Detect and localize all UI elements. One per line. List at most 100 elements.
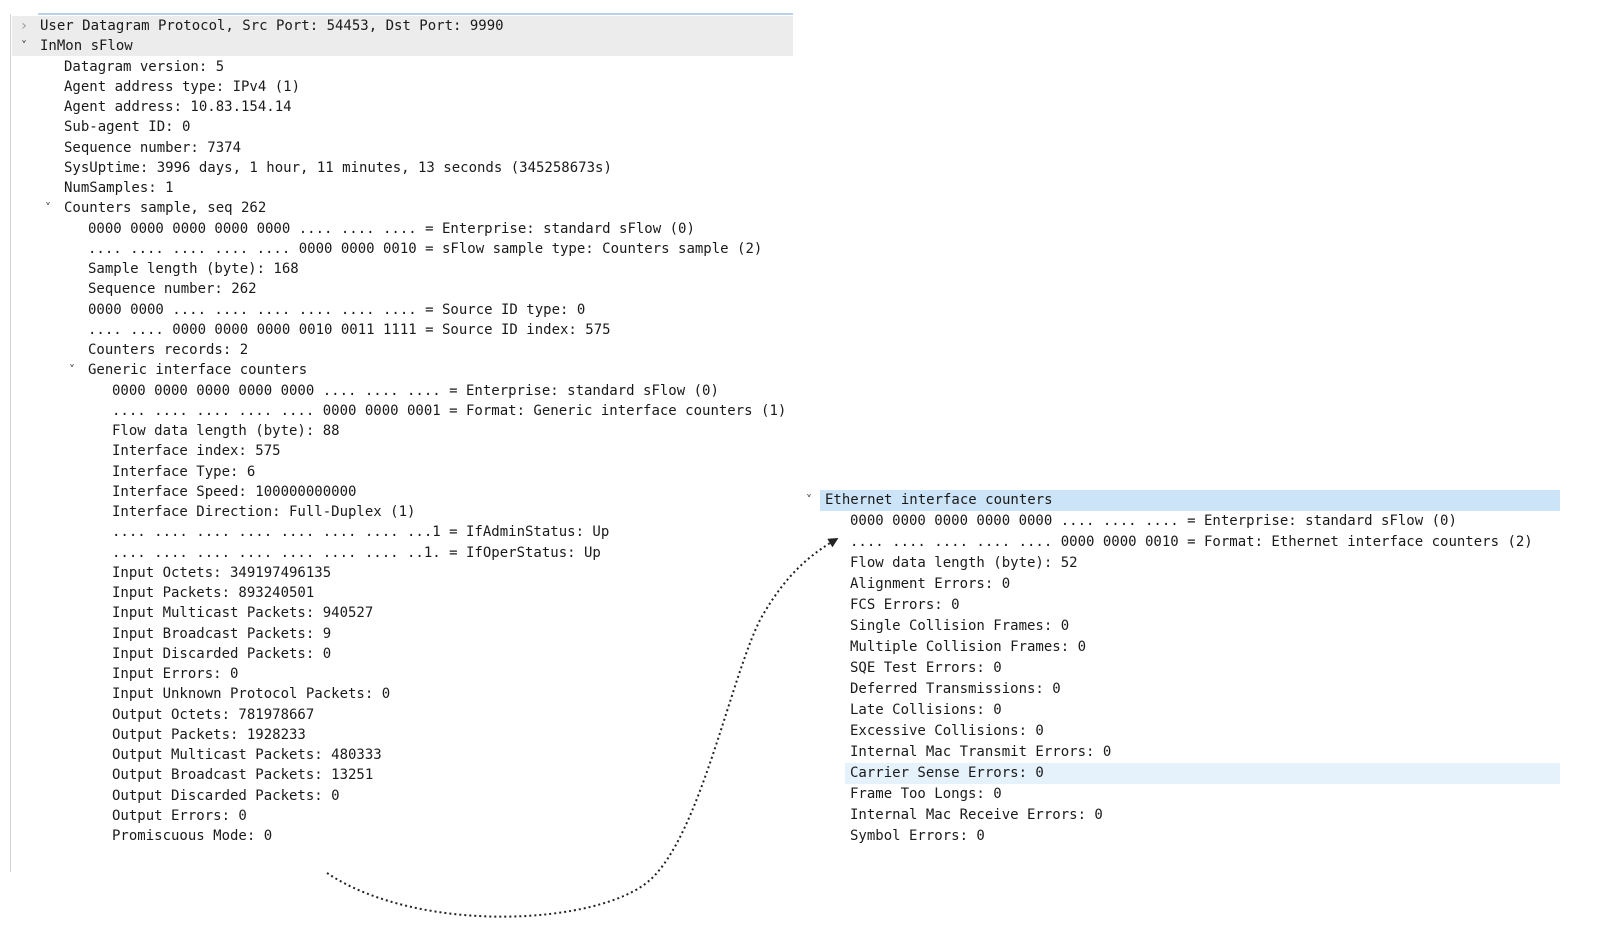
- tree-row-input-multicast-packets-940527[interactable]: Input Multicast Packets: 940527: [0, 603, 793, 623]
- chevron-down-icon[interactable]: ˅: [802, 490, 816, 510]
- tree-row-label: 0000 0000 0000 0000 0000 .... .... .... …: [88, 220, 695, 237]
- tree-row-label: 0000 0000 .... .... .... .... .... .... …: [88, 301, 586, 318]
- tree-row-label: Output Discarded Packets: 0: [112, 787, 340, 804]
- tree-row-label: Datagram version: 5: [64, 58, 225, 75]
- tree-row-1-ifoperstatus-up[interactable]: .... .... .... .... .... .... .... ..1. …: [0, 543, 793, 563]
- tree-row-label: Agent address: 10.83.154.14: [64, 99, 292, 115]
- tree-row-sample-length-byte-168[interactable]: Sample length (byte): 168: [0, 259, 793, 279]
- tree-row-internal-mac-receive-errors-0[interactable]: Internal Mac Receive Errors: 0: [845, 805, 1560, 826]
- tree-row-interface-index-575[interactable]: Interface index: 575: [0, 441, 793, 461]
- tree-row-flow-data-length-byte-88[interactable]: Flow data length (byte): 88: [0, 421, 793, 441]
- tree-row-label: Alignment Errors: 0: [850, 576, 1011, 592]
- tree-row-user-datagram-protocol-src-port-54453-dst-port-9[interactable]: › User Datagram Protocol, Src Port: 54453…: [12, 16, 793, 36]
- tree-row-0000-0000-source-id-type-0[interactable]: 0000 0000 .... .... .... .... .... .... …: [0, 300, 793, 320]
- chevron-down-icon[interactable]: ˅: [65, 360, 79, 380]
- tree-row-label: Output Errors: 0: [112, 807, 247, 824]
- tree-row-label: Excessive Collisions: 0: [850, 723, 1044, 739]
- tree-row-0000-0000-0000-0000-0000-enterprise-standard-sfl[interactable]: 0000 0000 0000 0000 0000 .... .... .... …: [0, 219, 793, 239]
- tree-row-promiscuous-mode-0[interactable]: Promiscuous Mode: 0: [0, 826, 793, 846]
- tree-row-counters-records-2[interactable]: Counters records: 2: [0, 340, 793, 360]
- tree-row-0000-0000-0010-sflow-sample-type-counters-sample[interactable]: .... .... .... .... .... 0000 0000 0010 …: [0, 239, 793, 259]
- tree-row-0000-0000-0000-0000-0000-enterprise-standard-sfl[interactable]: 0000 0000 0000 0000 0000 .... .... .... …: [0, 381, 793, 401]
- tree-row-counters-sample-seq-262[interactable]: ˅ Counters sample, seq 262: [0, 198, 793, 218]
- tree-row-internal-mac-transmit-errors-0[interactable]: Internal Mac Transmit Errors: 0: [845, 742, 1560, 763]
- tree-row-input-packets-893240501[interactable]: Input Packets: 893240501: [0, 583, 793, 603]
- tree-row-inmon-sflow[interactable]: ˅ InMon sFlow: [12, 36, 793, 57]
- tree-row-input-discarded-packets-0[interactable]: Input Discarded Packets: 0: [0, 644, 793, 664]
- tree-row-ethernet-interface-counters[interactable]: ˅ Ethernet interface counters: [806, 490, 1560, 511]
- tree-row-fcs-errors-0[interactable]: FCS Errors: 0: [845, 595, 1560, 616]
- tree-row-label: User Datagram Protocol, Src Port: 54453,…: [40, 18, 504, 34]
- tree-row-label: SQE Test Errors: 0: [850, 660, 1002, 676]
- tree-row-frame-too-longs-0[interactable]: Frame Too Longs: 0: [845, 784, 1560, 805]
- chevron-down-icon[interactable]: ˅: [17, 36, 31, 56]
- tree-row-label: Sequence number: 7374: [64, 139, 242, 156]
- tree-row-sysuptime-3996-days-1-hour-11-minutes-13-seconds[interactable]: SysUptime: 3996 days, 1 hour, 11 minutes…: [0, 158, 793, 178]
- tree-row-label: SysUptime: 3996 days, 1 hour, 11 minutes…: [64, 159, 612, 176]
- left-packet-details-pane[interactable]: › User Datagram Protocol, Src Port: 54453…: [0, 0, 800, 880]
- tree-row-label: Input Multicast Packets: 940527: [112, 605, 374, 622]
- tree-row-input-errors-0[interactable]: Input Errors: 0: [0, 664, 793, 684]
- tree-row-sub-agent-id-0[interactable]: Sub-agent ID: 0: [0, 117, 793, 137]
- tree-row-label: Promiscuous Mode: 0: [112, 828, 273, 844]
- tree-row-carrier-sense-errors-0[interactable]: Carrier Sense Errors: 0: [845, 763, 1560, 784]
- tree-row-label: Single Collision Frames: 0: [850, 618, 1070, 634]
- tree-row-output-packets-1928233[interactable]: Output Packets: 1928233: [0, 725, 793, 745]
- tree-row-label: Output Octets: 781978667: [112, 706, 315, 723]
- tree-row-0000-0000-0010-format-ethernet-interface-counter[interactable]: .... .... .... .... .... 0000 0000 0010 …: [845, 532, 1560, 553]
- tree-row-label: Multiple Collision Frames: 0: [850, 639, 1087, 655]
- tree-row-label: Output Broadcast Packets: 13251: [112, 767, 374, 784]
- right-packet-details-pane[interactable]: ˅ Ethernet interface counters 0000 0000 00…: [800, 488, 1600, 868]
- tree-row-flow-data-length-byte-52[interactable]: Flow data length (byte): 52: [845, 553, 1560, 574]
- tree-row-agent-address-10-83-154-14[interactable]: Agent address: 10.83.154.14: [0, 97, 793, 117]
- tree-row-agent-address-type-ipv4-1[interactable]: Agent address type: IPv4 (1): [0, 77, 793, 97]
- tree-row-0000-0000-0000-0010-0011-1111-source-id-index-57[interactable]: .... .... 0000 0000 0000 0010 0011 1111 …: [0, 320, 793, 340]
- tree-row-label: Internal Mac Transmit Errors: 0: [850, 744, 1112, 760]
- tree-row-symbol-errors-0[interactable]: Symbol Errors: 0: [845, 826, 1560, 847]
- tree-row-deferred-transmissions-0[interactable]: Deferred Transmissions: 0: [845, 679, 1560, 700]
- tree-row-label: .... .... .... .... .... .... .... ...1 …: [112, 524, 610, 541]
- tree-row-datagram-version-5[interactable]: Datagram version: 5: [0, 57, 793, 77]
- tree-row-label: 0000 0000 0000 0000 0000 .... .... .... …: [112, 382, 719, 399]
- tree-row-output-discarded-packets-0[interactable]: Output Discarded Packets: 0: [0, 786, 793, 806]
- tree-row-interface-direction-full-duplex-1[interactable]: Interface Direction: Full-Duplex (1): [0, 502, 793, 522]
- tree-row-input-octets-349197496135[interactable]: Input Octets: 349197496135: [0, 563, 793, 583]
- tree-row-sequence-number-262[interactable]: Sequence number: 262: [0, 279, 793, 299]
- tree-row-label: Agent address type: IPv4 (1): [64, 78, 301, 95]
- tree-row-label: Output Packets: 1928233: [112, 726, 306, 743]
- tree-row-input-broadcast-packets-9[interactable]: Input Broadcast Packets: 9: [0, 624, 793, 644]
- tree-row-single-collision-frames-0[interactable]: Single Collision Frames: 0: [845, 616, 1560, 637]
- tree-row-excessive-collisions-0[interactable]: Excessive Collisions: 0: [845, 721, 1560, 742]
- tree-row-label: Frame Too Longs: 0: [850, 786, 1002, 802]
- tree-row-1-ifadminstatus-up[interactable]: .... .... .... .... .... .... .... ...1 …: [0, 522, 793, 542]
- tree-row-label: Sequence number: 262: [88, 281, 257, 298]
- tree-row-label: .... .... .... .... .... 0000 0000 0010 …: [88, 240, 763, 257]
- chevron-right-icon[interactable]: ›: [17, 16, 31, 36]
- tree-row-sqe-test-errors-0[interactable]: SQE Test Errors: 0: [845, 658, 1560, 679]
- chevron-down-icon[interactable]: ˅: [41, 198, 55, 218]
- tree-row-label: Flow data length (byte): 88: [112, 423, 340, 439]
- tree-row-label: Input Packets: 893240501: [112, 585, 315, 601]
- tree-row-interface-type-6[interactable]: Interface Type: 6: [0, 462, 793, 482]
- tree-row-alignment-errors-0[interactable]: Alignment Errors: 0: [845, 574, 1560, 595]
- tree-row-label: Interface Direction: Full-Duplex (1): [112, 504, 416, 520]
- tree-row-output-errors-0[interactable]: Output Errors: 0: [0, 806, 793, 826]
- pane-top-border: [38, 13, 793, 15]
- tree-row-output-octets-781978667[interactable]: Output Octets: 781978667: [0, 705, 793, 725]
- tree-row-label: .... .... .... .... .... 0000 0000 0010 …: [850, 534, 1533, 550]
- tree-row-label: .... .... .... .... .... 0000 0000 0001 …: [112, 402, 787, 419]
- tree-row-output-broadcast-packets-13251[interactable]: Output Broadcast Packets: 13251: [0, 765, 793, 785]
- tree-row-interface-speed-100000000000[interactable]: Interface Speed: 100000000000: [0, 482, 793, 502]
- tree-row-late-collisions-0[interactable]: Late Collisions: 0: [845, 700, 1560, 721]
- tree-row-label: Counters records: 2: [88, 342, 249, 358]
- tree-row-numsamples-1[interactable]: NumSamples: 1: [0, 178, 793, 198]
- tree-row-label: Input Discarded Packets: 0: [112, 645, 332, 662]
- tree-row-output-multicast-packets-480333[interactable]: Output Multicast Packets: 480333: [0, 745, 793, 765]
- tree-row-generic-interface-counters[interactable]: ˅ Generic interface counters: [0, 360, 793, 380]
- tree-row-sequence-number-7374[interactable]: Sequence number: 7374: [0, 138, 793, 158]
- tree-row-0000-0000-0001-format-generic-interface-counters[interactable]: .... .... .... .... .... 0000 0000 0001 …: [0, 401, 793, 421]
- tree-row-input-unknown-protocol-packets-0[interactable]: Input Unknown Protocol Packets: 0: [0, 684, 793, 704]
- tree-row-0000-0000-0000-0000-0000-enterprise-standard-sfl[interactable]: 0000 0000 0000 0000 0000 .... .... .... …: [845, 511, 1560, 532]
- tree-row-multiple-collision-frames-0[interactable]: Multiple Collision Frames: 0: [845, 637, 1560, 658]
- tree-row-label: Carrier Sense Errors: 0: [850, 765, 1044, 781]
